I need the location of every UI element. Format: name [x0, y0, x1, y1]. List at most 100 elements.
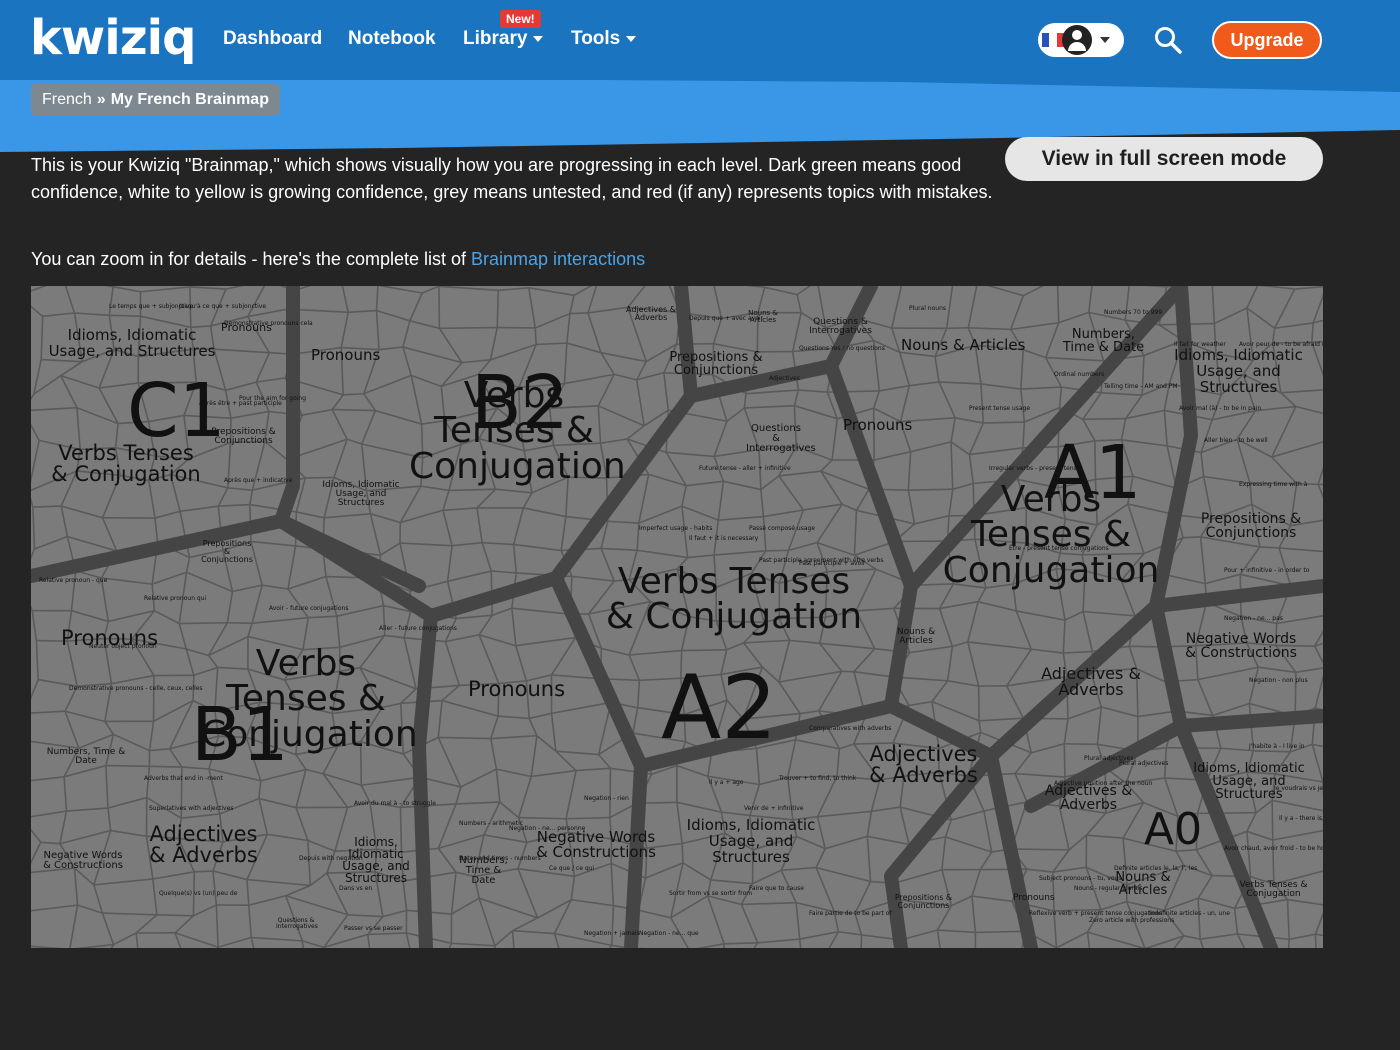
topic-cell-label[interactable]: Ce que / ce qui: [549, 865, 594, 873]
kwiziq-logo[interactable]: kwiziq: [30, 10, 196, 66]
b1-verbs[interactable]: Verbs Tenses & Conjugation: [201, 646, 418, 752]
topic-cell-label[interactable]: J'habite à - I live in: [1249, 743, 1305, 751]
b2-pronouns[interactable]: Pronouns: [311, 347, 380, 364]
topic-cell-label[interactable]: Faire que to cause: [749, 885, 804, 893]
a2-negative[interactable]: Negative Words & Constructions: [531, 830, 661, 860]
topic-cell-label[interactable]: Pour the aim for going: [239, 395, 306, 403]
a1-prepositions[interactable]: Prepositions & Conjunctions: [1191, 512, 1311, 540]
topic-cell-label[interactable]: Passer vs se passer: [344, 925, 403, 933]
a1-verbs[interactable]: Verbs Tenses & Conjugation: [936, 482, 1166, 588]
b1-negative[interactable]: Negative Words & Constructions: [43, 851, 123, 871]
search-icon[interactable]: [1154, 26, 1182, 54]
a0-idioms[interactable]: Idioms, Idiomatic Usage, and Structures: [1184, 762, 1314, 801]
topic-cell-label[interactable]: Venir de + infinitive: [744, 805, 804, 813]
topic-cell-label[interactable]: Il faut + it is necessary: [689, 535, 758, 543]
topic-cell-label[interactable]: Jusqu'à ce que + subjonctive: [179, 303, 266, 311]
topic-cell-label[interactable]: Pour + infinitive - in order to: [1224, 567, 1309, 575]
a1-negative[interactable]: Negative Words & Constructions: [1181, 632, 1301, 660]
topic-cell-label[interactable]: Il y a - there is, are: [1279, 815, 1323, 823]
b1-questions[interactable]: Questions & Interrogatives: [276, 918, 318, 930]
c1-pronouns[interactable]: Pronouns: [221, 322, 272, 334]
topic-cell-label[interactable]: Numbers - arithmetic: [459, 820, 523, 828]
c1-prepositions[interactable]: Prepositions & Conjunctions: [206, 428, 281, 446]
b1-pronouns[interactable]: Pronouns: [61, 628, 158, 649]
a0-pronouns[interactable]: Pronouns: [1013, 894, 1055, 903]
a2-idioms[interactable]: Idioms, Idiomatic Usage, and Structures: [681, 817, 821, 865]
b2-prepositions[interactable]: Prepositions & Conjunctions: [661, 351, 771, 377]
b2-adjectives[interactable]: Adjectives & Adverbs: [621, 306, 681, 322]
topic-cell-label[interactable]: Avoir - future conjugations: [269, 605, 348, 613]
b2-questions[interactable]: Questions & Interrogatives: [746, 424, 816, 454]
topic-cell-label[interactable]: Superlatives with adjectives: [149, 805, 233, 813]
topic-cell-label[interactable]: Relative pronoun qui: [144, 595, 206, 603]
topic-cell-label[interactable]: Aller - future conjugations: [379, 625, 457, 633]
topic-cell-label[interactable]: Après que + indicative: [224, 477, 292, 485]
brainmap-interactions-link[interactable]: Brainmap interactions: [471, 249, 645, 269]
topic-cell-label[interactable]: Demonstrative pronouns - celle, ceux, ce…: [69, 685, 203, 693]
topic-cell-label[interactable]: Present tense usage: [969, 405, 1030, 413]
topic-cell-label[interactable]: Negation - ne... pas: [1224, 615, 1283, 623]
c1-idioms[interactable]: Idioms, Idiomatic Usage, and Structures: [47, 327, 217, 360]
topic-cell-label[interactable]: Numbers 70 to 999: [1104, 309, 1162, 317]
breadcrumb-parent[interactable]: French: [42, 91, 92, 108]
topic-cell-label[interactable]: Negation - non plus: [1249, 677, 1308, 685]
a1-nouns[interactable]: Nouns & Articles: [901, 337, 1025, 354]
b1-adjectives[interactable]: Adjectives & Adverbs: [141, 824, 266, 866]
a2-nouns[interactable]: Nouns & Articles: [896, 628, 936, 646]
b1-numbers[interactable]: Numbers, Time & Date: [46, 748, 126, 766]
topic-cell-label[interactable]: Reflexive verb + present tense conjugati…: [1029, 910, 1162, 918]
upgrade-button[interactable]: Upgrade: [1212, 21, 1322, 59]
topic-cell-label[interactable]: Sortir from vs se sortir from: [669, 890, 752, 898]
topic-cell-label[interactable]: Avoir mal (à) - to be in pain: [1179, 405, 1261, 413]
b2-idioms[interactable]: Idioms, Idiomatic Usage, and Structures: [321, 481, 401, 508]
b2-verbs[interactable]: Verbs Tenses & Conjugation: [409, 378, 626, 484]
topic-cell-label[interactable]: Aller bien - to be well: [1204, 437, 1268, 445]
topic-cell-label[interactable]: Relative pronoun - que: [39, 577, 107, 585]
topic-cell-label[interactable]: Plural nouns: [909, 305, 946, 313]
nav-notebook[interactable]: Notebook: [348, 28, 436, 50]
a0-verbs[interactable]: Verbs Tenses & Conjugation: [1236, 881, 1311, 899]
topic-cell-label[interactable]: Zero article with professions: [1089, 917, 1174, 925]
a0-adjectives[interactable]: Adjectives & Adverbs: [1041, 784, 1136, 812]
b1-idioms[interactable]: Idioms, Idiomatic Usage, and Structures: [341, 836, 411, 884]
topic-cell-label[interactable]: Trouver + to find, to think: [779, 775, 856, 783]
a1-idioms[interactable]: Idioms, Idiomatic Usage, and Structures: [1166, 347, 1311, 395]
level-a2[interactable]: A2: [661, 664, 777, 752]
a2-pronouns[interactable]: Pronouns: [468, 679, 565, 700]
a2-prepositions[interactable]: Prepositions & Conjunctions: [886, 894, 961, 910]
topic-cell-label[interactable]: Avoir du mal à - to struggle: [354, 800, 436, 808]
topic-cell-label[interactable]: Comparatives with adverbs: [809, 725, 891, 733]
topic-cell-label[interactable]: Subject pronouns - tu, vous: [1039, 875, 1121, 883]
c1-verbs[interactable]: Verbs Tenses & Conjugation: [51, 443, 201, 485]
brainmap[interactable]: Le temps que + subjonctive Jusqu'à ce que…: [31, 286, 1323, 948]
topic-cell-label[interactable]: Avoir chaud, avoir froid - to be hot, co…: [1224, 845, 1323, 853]
fullscreen-button[interactable]: View in full screen mode: [1005, 137, 1323, 181]
a2-numbers[interactable]: Numbers, Time & Date: [456, 856, 511, 886]
b2-nouns[interactable]: Nouns & Articles: [743, 310, 783, 324]
topic-cell-label[interactable]: Passé composé usage: [749, 525, 815, 533]
topic-cell-label[interactable]: Quelque(s) vs (un) peu de: [159, 890, 237, 898]
nav-library[interactable]: Library: [463, 28, 544, 50]
nav-dashboard[interactable]: Dashboard: [223, 28, 322, 50]
a2-verbs[interactable]: Verbs Tenses & Conjugation: [599, 564, 869, 635]
topic-cell-label[interactable]: Faire partie de to be part of: [809, 910, 892, 918]
a1-questions[interactable]: Questions & Interrogatives: [808, 318, 873, 336]
a0-nouns[interactable]: Nouns & Articles: [1113, 871, 1173, 897]
topic-cell-label[interactable]: Future tense - aller + infinitive: [699, 465, 791, 473]
a1-numbers[interactable]: Numbers, Time & Date: [1061, 328, 1146, 354]
topic-cell-label[interactable]: Negation - ne... que: [639, 930, 699, 938]
topic-cell-label[interactable]: Negation + jamais: [584, 930, 640, 938]
topic-cell-label[interactable]: Questions Yes / no questions: [799, 345, 885, 353]
a1-pronouns[interactable]: Pronouns: [843, 417, 912, 434]
b1-prepositions[interactable]: Prepositions & Conjunctions: [201, 540, 253, 564]
topic-cell-label[interactable]: Il y a + ago: [709, 779, 743, 787]
a2-adjectives[interactable]: Adjectives & Adverbs: [861, 744, 986, 786]
level-a0[interactable]: A0: [1144, 808, 1202, 852]
topic-cell-label[interactable]: Negation - rien: [584, 795, 629, 803]
topic-cell-label[interactable]: Dans vs en: [339, 885, 372, 893]
topic-cell-label[interactable]: Expressing time with à: [1239, 481, 1307, 489]
topic-cell-label[interactable]: Imperfect usage - habits: [639, 525, 712, 533]
topic-cell-label[interactable]: Ordinal numbers: [1054, 371, 1104, 379]
topic-cell-label[interactable]: Adjectives: [769, 375, 800, 383]
a1-adjectives[interactable]: Adjectives & Adverbs: [1041, 666, 1141, 698]
